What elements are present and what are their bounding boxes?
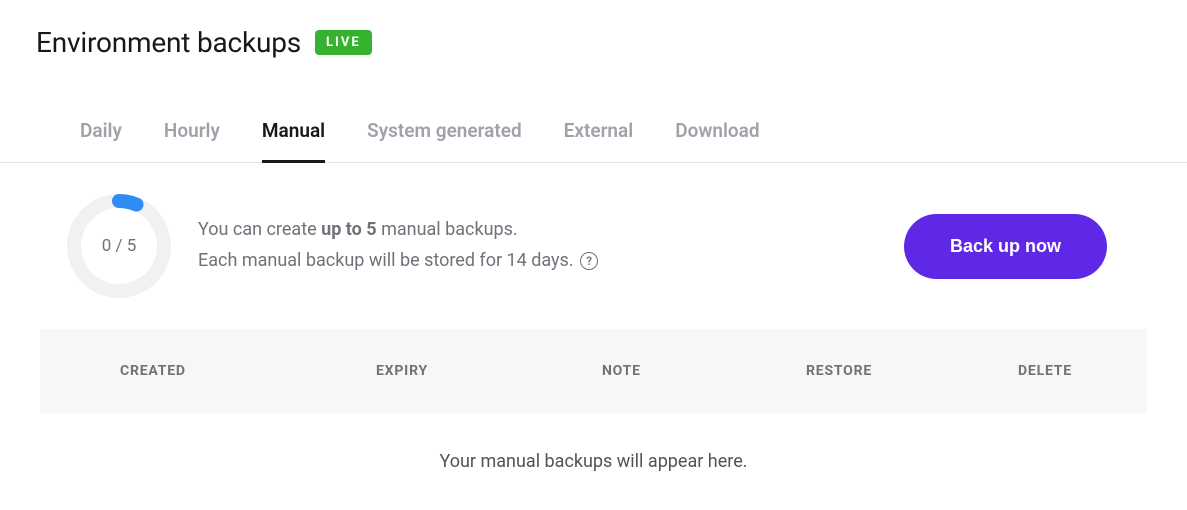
column-header-restore: RESTORE <box>806 363 1018 379</box>
column-header-created: CREATED <box>120 363 376 379</box>
table-header: CREATED EXPIRY NOTE RESTORE DELETE <box>40 329 1147 413</box>
backup-usage-label: 0 / 5 <box>102 236 137 256</box>
info-row: 0 / 5 You can create up to 5 manual back… <box>0 163 1187 329</box>
tab-daily[interactable]: Daily <box>80 119 122 163</box>
live-badge: LIVE <box>315 30 372 55</box>
info-line2: Each manual backup will be stored for 14… <box>198 250 574 271</box>
info-text: You can create up to 5 manual backups. E… <box>198 215 880 276</box>
info-line1-post: manual backups. <box>377 219 518 240</box>
empty-state-message: Your manual backups will appear here. <box>0 413 1187 510</box>
tabs-nav: Daily Hourly Manual System generated Ext… <box>0 59 1187 163</box>
tab-system-generated[interactable]: System generated <box>367 119 522 163</box>
tab-download[interactable]: Download <box>675 119 759 163</box>
info-line1-bold: up to 5 <box>321 219 377 240</box>
help-icon[interactable]: ? <box>580 252 598 270</box>
info-line1-pre: You can create <box>198 219 321 240</box>
backup-now-button[interactable]: Back up now <box>904 214 1107 279</box>
column-header-note: NOTE <box>602 363 806 379</box>
column-header-delete: DELETE <box>1018 363 1072 379</box>
tab-hourly[interactable]: Hourly <box>164 119 220 163</box>
page-title: Environment backups <box>36 26 301 59</box>
backup-usage-ring: 0 / 5 <box>64 191 174 301</box>
page-header: Environment backups LIVE <box>0 0 1187 59</box>
tab-external[interactable]: External <box>564 119 634 163</box>
column-header-expiry: EXPIRY <box>376 363 602 379</box>
tab-manual[interactable]: Manual <box>262 119 325 163</box>
